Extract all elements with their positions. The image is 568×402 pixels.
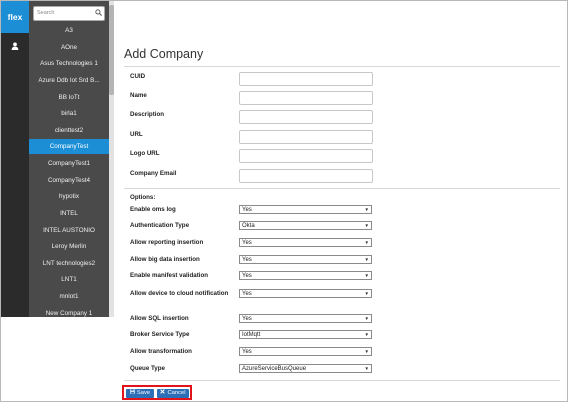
chevron-down-icon: ▼ bbox=[364, 257, 369, 262]
allow-sql-insertion-value: Yes bbox=[242, 316, 252, 322]
allow-big-data-insertion-label: Allow big data insertion bbox=[130, 256, 200, 263]
company-list-item[interactable]: clienttest2 bbox=[29, 123, 109, 138]
company-list-item[interactable]: CompanyTest4 bbox=[29, 173, 109, 188]
allow-reporting-insertion-value: Yes bbox=[242, 240, 252, 246]
options-divider bbox=[124, 188, 560, 189]
allow-transformation-label: Allow transformation bbox=[130, 348, 192, 355]
company-list-panel: A3 AOneAsus Technologies 1 Azure Ddb Iot S… bbox=[29, 1, 109, 317]
chevron-down-icon: ▼ bbox=[364, 273, 369, 278]
company-list-item[interactable]: LNT1 bbox=[29, 272, 109, 287]
queue-type-label: Queue Type bbox=[130, 365, 165, 372]
allow-reporting-insertion-select[interactable]: Yes ▼ bbox=[239, 238, 372, 247]
user-icon[interactable] bbox=[1, 35, 29, 57]
company-list-item[interactable]: INTEL bbox=[29, 206, 109, 221]
allow-big-data-insertion-select[interactable]: Yes ▼ bbox=[239, 255, 372, 264]
search-input[interactable] bbox=[34, 7, 93, 18]
company-list: A3 AOne Asus Technologies 1 Azure Ddb Iot S… bbox=[29, 23, 109, 317]
company-list-item[interactable]: BB IoTt bbox=[29, 90, 109, 105]
logo-url-label: Logo URL bbox=[130, 150, 160, 157]
description-input[interactable] bbox=[239, 110, 373, 124]
save-icon bbox=[130, 389, 135, 398]
company-list-item[interactable]: Asus Technologies 1 bbox=[29, 56, 109, 71]
cuid-label: CUID bbox=[130, 73, 146, 80]
enable-oms-log-label: Enable oms log bbox=[130, 206, 176, 213]
broker-service-type-value: IotMqtt bbox=[242, 332, 261, 338]
chevron-down-icon: ▼ bbox=[364, 349, 369, 354]
chevron-down-icon: ▼ bbox=[364, 207, 369, 212]
search-box bbox=[33, 6, 105, 21]
allow-device-to-cloud-notification-value: Yes bbox=[242, 291, 252, 297]
company-list-item[interactable]: Leroy Merlin bbox=[29, 239, 109, 254]
company-list-item[interactable]: CompanyTest bbox=[29, 139, 109, 155]
description-label: Description bbox=[130, 111, 165, 118]
url-label: URL bbox=[130, 131, 143, 138]
company-list-item[interactable]: hypotix bbox=[29, 189, 109, 204]
authentication-type-label: Authentication Type bbox=[130, 222, 190, 229]
enable-oms-log-select[interactable]: Yes ▼ bbox=[239, 205, 372, 214]
cuid-input[interactable] bbox=[239, 72, 373, 86]
enable-manifest-validation-label: Enable manifest validation bbox=[130, 272, 209, 279]
chevron-down-icon: ▼ bbox=[364, 366, 369, 371]
buttons-highlight: Save Cancel bbox=[122, 385, 192, 400]
allow-transformation-select[interactable]: Yes ▼ bbox=[239, 347, 372, 356]
authentication-type-select[interactable]: Okta ▼ bbox=[239, 221, 372, 230]
options-title: Options: bbox=[130, 194, 156, 201]
company-list-item[interactable]: mnlot1 bbox=[29, 289, 109, 304]
company-email-label: Company Email bbox=[130, 170, 177, 177]
allow-device-to-cloud-notification-label: Allow device to cloud notification bbox=[130, 290, 229, 297]
page-title: Add Company bbox=[124, 47, 204, 61]
chevron-down-icon: ▼ bbox=[364, 291, 369, 296]
buttons-divider bbox=[124, 380, 560, 381]
enable-oms-log-value: Yes bbox=[242, 207, 252, 213]
app-rail: flex bbox=[1, 1, 29, 317]
allow-transformation-value: Yes bbox=[242, 349, 252, 355]
company-list-item[interactable]: New Company 1 bbox=[29, 306, 109, 317]
company-list-item[interactable]: CompanyTest1 bbox=[29, 156, 109, 171]
broker-service-type-select[interactable]: IotMqtt ▼ bbox=[239, 330, 372, 339]
title-divider bbox=[124, 66, 560, 67]
scrollbar-thumb[interactable] bbox=[109, 5, 114, 95]
allow-sql-insertion-select[interactable]: Yes ▼ bbox=[239, 314, 372, 323]
sidebar-scrollbar[interactable] bbox=[109, 1, 114, 317]
broker-service-type-label: Broker Service Type bbox=[130, 331, 190, 338]
search-icon[interactable] bbox=[95, 9, 102, 18]
cancel-label: Cancel bbox=[167, 390, 186, 396]
allow-big-data-insertion-value: Yes bbox=[242, 257, 252, 263]
company-list-item[interactable]: AOne bbox=[29, 40, 109, 55]
chevron-down-icon: ▼ bbox=[364, 316, 369, 321]
url-input[interactable] bbox=[239, 130, 373, 144]
allow-device-to-cloud-notification-select[interactable]: Yes ▼ bbox=[239, 289, 372, 298]
allow-sql-insertion-label: Allow SQL insertion bbox=[130, 315, 189, 322]
queue-type-value: AzureServiceBusQueue bbox=[242, 366, 307, 372]
company-list-item[interactable]: Azure Ddb Iot Srd B... bbox=[29, 73, 109, 88]
chevron-down-icon: ▼ bbox=[364, 332, 369, 337]
queue-type-select[interactable]: AzureServiceBusQueue ▼ bbox=[239, 364, 372, 373]
chevron-down-icon: ▼ bbox=[364, 223, 369, 228]
save-button[interactable]: Save bbox=[126, 389, 154, 398]
enable-manifest-validation-select[interactable]: Yes ▼ bbox=[239, 271, 372, 280]
authentication-type-value: Okta bbox=[242, 223, 255, 229]
company-list-item[interactable]: LNT technologies2 bbox=[29, 256, 109, 271]
cancel-button[interactable]: Cancel bbox=[157, 389, 189, 398]
company-list-item[interactable]: birla1 bbox=[29, 106, 109, 121]
company-email-input[interactable] bbox=[239, 169, 373, 183]
flex-logo[interactable]: flex bbox=[1, 1, 29, 33]
enable-manifest-validation-value: Yes bbox=[242, 273, 252, 279]
allow-reporting-insertion-label: Allow reporting insertion bbox=[130, 239, 204, 246]
name-input[interactable] bbox=[239, 91, 373, 105]
logo-url-input[interactable] bbox=[239, 149, 373, 163]
company-list-item[interactable]: A3 bbox=[29, 23, 109, 38]
close-icon bbox=[160, 389, 166, 398]
save-label: Save bbox=[136, 390, 151, 396]
company-list-item[interactable]: INTEL AUSTONIO bbox=[29, 223, 109, 238]
name-label: Name bbox=[130, 92, 147, 99]
chevron-down-icon: ▼ bbox=[364, 240, 369, 245]
